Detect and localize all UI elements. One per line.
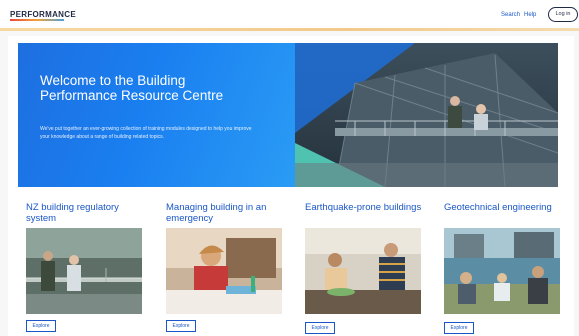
card-managing-building-in-an-emergency[interactable]: Managing building in an emergency Explor… <box>158 192 290 336</box>
login-button[interactable]: Log in <box>548 7 578 22</box>
hero-title: Welcome to the Building Performance Reso… <box>40 73 224 103</box>
card-title[interactable]: NZ building regulatory system <box>26 202 146 224</box>
card-title[interactable]: Geotechnical engineering <box>444 202 564 213</box>
hero-banner: Welcome to the Building Performance Reso… <box>18 43 558 187</box>
explore-button[interactable]: Explore <box>26 320 56 332</box>
site-header: PERFORMANCE Search Help Log in <box>0 0 579 28</box>
card-geotechnical-engineering[interactable]: Geotechnical engineering Explore <box>436 192 568 336</box>
hero-building-illustration <box>295 43 558 187</box>
explore-button[interactable]: Explore <box>444 322 474 334</box>
card-photo <box>26 228 142 314</box>
card-nz-building-regulatory-system[interactable]: NZ building regulatory system Explore <box>18 192 150 336</box>
card-earthquake-prone-buildings[interactable]: Earthquake-prone buildings Explore <box>297 192 429 336</box>
logo-underline <box>10 19 64 21</box>
explore-button[interactable]: Explore <box>166 320 196 332</box>
card-photo <box>166 228 282 314</box>
hero-description: We've put together an ever-growing colle… <box>40 126 252 140</box>
card-photo <box>305 228 421 314</box>
nav-search-link[interactable]: Search <box>501 12 520 18</box>
card-photo <box>444 228 560 314</box>
hero-text-panel: Welcome to the Building Performance Reso… <box>18 43 298 187</box>
site-logo[interactable]: PERFORMANCE <box>10 10 76 19</box>
card-title[interactable]: Earthquake-prone buildings <box>305 202 425 213</box>
card-title[interactable]: Managing building in an emergency <box>166 202 286 224</box>
hero-photo <box>295 43 558 187</box>
explore-button[interactable]: Explore <box>305 322 335 334</box>
nav-help-link[interactable]: Help <box>524 12 536 18</box>
